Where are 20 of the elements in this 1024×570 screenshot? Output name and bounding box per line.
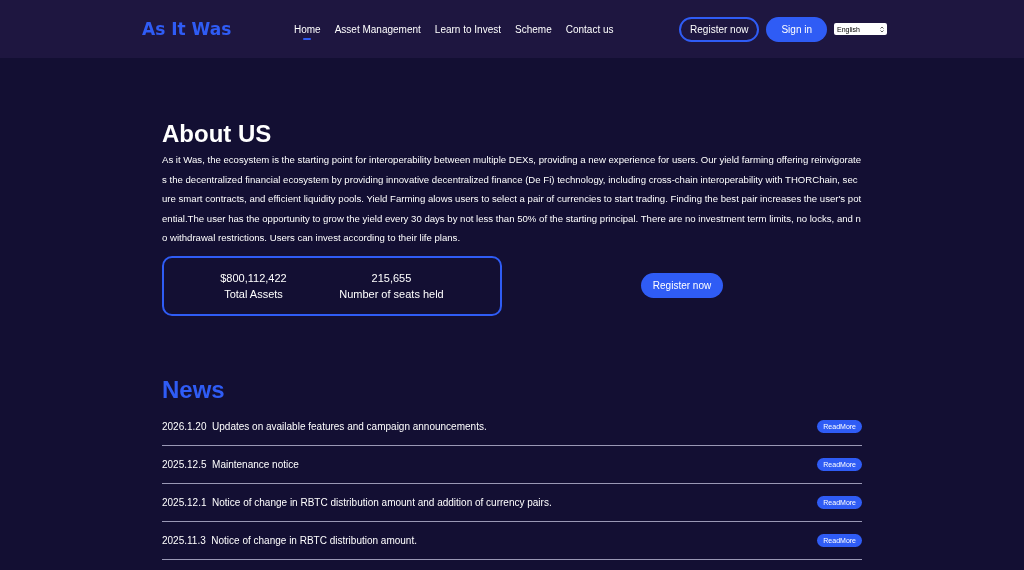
- nav-link[interactable]: Learn to Invest: [434, 19, 501, 39]
- register-button[interactable]: Register now: [679, 16, 760, 42]
- news-item: 2025.12.1 Notice of change in RBTC distribution amount and addition of currency pairs.: [162, 496, 552, 508]
- stat-value: 215,655: [371, 270, 412, 286]
- nav-link[interactable]: Home: [294, 19, 321, 39]
- stat-label: Number of seats held: [339, 286, 444, 302]
- nav-link[interactable]: Asset Management: [334, 19, 421, 39]
- chevron-icon: [880, 25, 884, 33]
- section-title: News: [162, 375, 226, 404]
- news-item: 2025.11.3 Notice of change in RBTC distribution amount.: [162, 534, 417, 546]
- about-paragraph: As it Was, the ecosystem is the starting point for interoperability between multiple DEXs, providing a new experience for users. Our yield farming offering reinvigorates the decentralized financial ecosystem by providing innovative decentralized finance (De Fi) technology, including cross-chain interoperability with THORChain, secure smart contracts, and efficient liquidity pools. Yield Farming alows users to select a pair of currencies to start trading. Finding the best pair increases the user's potential.The user has the opportunity to grow the yield every 30 days by not less than 50% of the starting principal. There are no investment term limits, no locks, and no withdrawal restrictions. Users can invest according to their life plans.: [162, 153, 862, 245]
- stat-label: Total Assets: [224, 286, 283, 302]
- section-title: About US: [162, 120, 273, 148]
- news-item: 2025.12.5 Maintenance notice: [162, 458, 299, 470]
- nav-link[interactable]: Scheme: [515, 19, 552, 39]
- stat-value: $800,112,422: [220, 270, 287, 286]
- nav-link[interactable]: Contact us: [565, 19, 614, 39]
- register-button[interactable]: Register now: [640, 273, 724, 298]
- sign-in-button[interactable]: Sign in: [766, 16, 827, 42]
- news-item: 2026.1.20 Updates on available features and campaign announcements.: [162, 420, 487, 432]
